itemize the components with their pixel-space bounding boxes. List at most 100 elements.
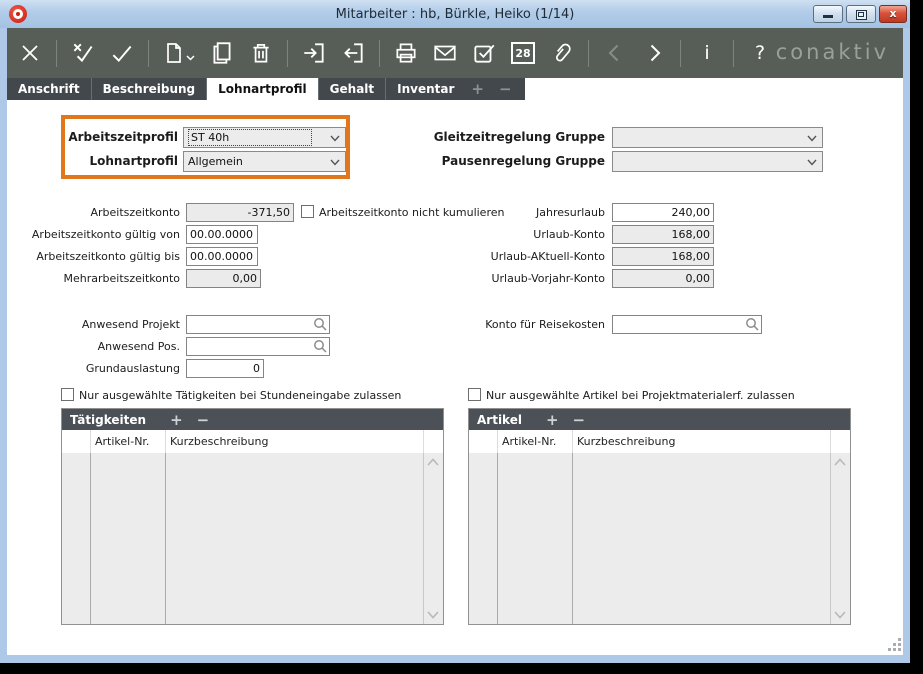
lohnartprofil-label: Lohnartprofil: [40, 154, 178, 168]
chevron-down-icon: [330, 135, 340, 142]
gueltig-von-label: Arbeitszeitkonto gültig von: [0, 228, 180, 241]
jahresurlaub-field[interactable]: 240,00: [612, 203, 714, 222]
artikel-filter-checkbox[interactable]: [468, 388, 481, 401]
search-icon[interactable]: [313, 317, 327, 331]
close-record-icon[interactable]: [17, 39, 43, 67]
chevron-down-icon: [330, 159, 340, 166]
calendar-icon[interactable]: 28: [510, 39, 536, 67]
urlaub-aktuell-label: Urlaub-AKtuell-Konto: [427, 250, 605, 263]
urlaub-aktuell-field: 168,00: [612, 247, 714, 266]
arbeitszeitprofil-label: Arbeitszeitprofil: [40, 130, 178, 144]
urlaub-vorjahr-field: 0,00: [612, 269, 714, 288]
toolbar-separator: [680, 40, 681, 67]
app-window: Mitarbeiter : hb, Bürkle, Heiko (1/14) x: [0, 0, 910, 663]
grundauslastung-label: Grundauslastung: [0, 362, 180, 375]
conaktiv-logo: conaktiv: [776, 40, 889, 64]
column-artikel-nr[interactable]: Artikel-Nr.: [95, 435, 149, 448]
minimize-icon: [823, 15, 833, 18]
artikel-table-title: Artikel: [477, 413, 522, 427]
task-check-icon[interactable]: [471, 39, 497, 67]
tab-beschreibung[interactable]: Beschreibung: [92, 78, 208, 100]
email-icon[interactable]: [432, 39, 458, 67]
export-icon[interactable]: [340, 39, 366, 67]
print-icon[interactable]: [393, 39, 419, 67]
tab-bar: Anschrift Beschreibung Lohnartprofil Geh…: [7, 78, 903, 100]
next-record-icon[interactable]: [641, 39, 667, 67]
restore-button[interactable]: [846, 5, 876, 23]
restore-icon: [856, 10, 867, 20]
close-window-icon: x: [880, 7, 906, 20]
artikel-column-header: Artikel-Nr. Kurzbeschreibung: [469, 430, 850, 453]
search-icon[interactable]: [745, 317, 759, 331]
taetigkeiten-scrollbar[interactable]: [423, 453, 443, 624]
taetigkeiten-column-header: Artikel-Nr. Kurzbeschreibung: [62, 430, 443, 453]
mehrarbeit-field: 0,00: [186, 269, 261, 288]
titlebar: Mitarbeiter : hb, Bürkle, Heiko (1/14): [0, 0, 910, 28]
chevron-down-icon: [807, 135, 817, 142]
taetigkeiten-filter-checkbox[interactable]: [61, 388, 74, 401]
add-row-icon[interactable]: +: [546, 410, 559, 430]
prev-record-icon[interactable]: [602, 39, 628, 67]
scroll-up-icon[interactable]: [834, 458, 846, 466]
taetigkeiten-table-header: Tätigkeiten + −: [62, 409, 443, 430]
urlaub-vorjahr-label: Urlaub-Vorjahr-Konto: [427, 272, 605, 285]
jahresurlaub-label: Jahresurlaub: [427, 206, 605, 219]
info-icon[interactable]: i: [694, 39, 720, 67]
check-icon[interactable]: [109, 39, 135, 67]
remove-row-icon[interactable]: −: [573, 410, 586, 430]
artikel-filter-label: Nur ausgewählte Artikel bei Projektmater…: [486, 389, 795, 402]
remove-row-icon[interactable]: −: [197, 410, 210, 430]
reisekosten-field[interactable]: [612, 315, 762, 334]
close-window-button[interactable]: x: [879, 5, 907, 23]
urlaub-konto-label: Urlaub-Konto: [427, 228, 605, 241]
tab-remove-icon[interactable]: −: [499, 80, 512, 98]
anwesend-projekt-field[interactable]: [186, 315, 330, 334]
tab-inventar[interactable]: Inventar: [386, 78, 465, 100]
taetigkeiten-table-body: [62, 453, 443, 624]
column-artikel-nr[interactable]: Artikel-Nr.: [502, 435, 556, 448]
tab-lohnartprofil[interactable]: Lohnartprofil: [207, 78, 319, 100]
minimize-button[interactable]: [813, 5, 843, 23]
grundauslastung-field[interactable]: 0: [186, 359, 264, 378]
resize-grip[interactable]: [898, 648, 901, 651]
arbeitszeitprofil-value: ST 40h: [188, 129, 312, 146]
arbeitszeitprofil-dropdown[interactable]: ST 40h: [183, 127, 346, 148]
help-icon[interactable]: ?: [747, 39, 773, 67]
scroll-down-icon[interactable]: [834, 611, 846, 619]
add-row-icon[interactable]: +: [170, 410, 183, 430]
duplicate-icon[interactable]: [209, 39, 235, 67]
new-record-icon[interactable]: [162, 39, 196, 67]
import-icon[interactable]: [301, 39, 327, 67]
tab-add-remove: + −: [465, 78, 524, 100]
scroll-down-icon[interactable]: [427, 611, 439, 619]
taetigkeiten-table: Tätigkeiten + − Artikel-Nr. Kurzbeschrei…: [61, 408, 444, 625]
tab-gehalt[interactable]: Gehalt: [319, 78, 386, 100]
arbeitszeitkonto-field: -371,50: [186, 203, 294, 222]
x-check-icon[interactable]: [70, 39, 96, 67]
taetigkeiten-table-title: Tätigkeiten: [70, 413, 146, 427]
column-kurzbeschreibung[interactable]: Kurzbeschreibung: [577, 435, 675, 448]
gleitzeit-dropdown[interactable]: [612, 127, 823, 148]
toolbar-separator: [56, 40, 57, 67]
lohnartprofil-dropdown[interactable]: Allgemein: [183, 151, 346, 172]
delete-icon[interactable]: [248, 39, 274, 67]
mehrarbeit-label: Mehrarbeitszeitkonto: [0, 272, 180, 285]
arbeitszeitkonto-label: Arbeitszeitkonto: [0, 206, 180, 219]
pausen-dropdown[interactable]: [612, 151, 823, 172]
paperclip-icon[interactable]: [549, 39, 575, 67]
search-icon[interactable]: [313, 339, 327, 353]
gueltig-bis-field[interactable]: 00.00.0000: [186, 247, 258, 266]
tab-anschrift[interactable]: Anschrift: [7, 78, 92, 100]
nicht-kumulieren-checkbox[interactable]: [301, 205, 314, 218]
artikel-table-body: [469, 453, 850, 624]
toolbar-separator: [733, 40, 734, 67]
artikel-scrollbar[interactable]: [830, 453, 850, 624]
toolbar-separator: [588, 40, 589, 67]
gueltig-von-field[interactable]: 00.00.0000: [186, 225, 258, 244]
toolbar-separator: [148, 40, 149, 67]
screen: Mitarbeiter : hb, Bürkle, Heiko (1/14) x: [0, 0, 923, 674]
tab-add-icon[interactable]: +: [471, 80, 484, 98]
anwesend-pos-field[interactable]: [186, 337, 330, 356]
scroll-up-icon[interactable]: [427, 458, 439, 466]
column-kurzbeschreibung[interactable]: Kurzbeschreibung: [170, 435, 268, 448]
